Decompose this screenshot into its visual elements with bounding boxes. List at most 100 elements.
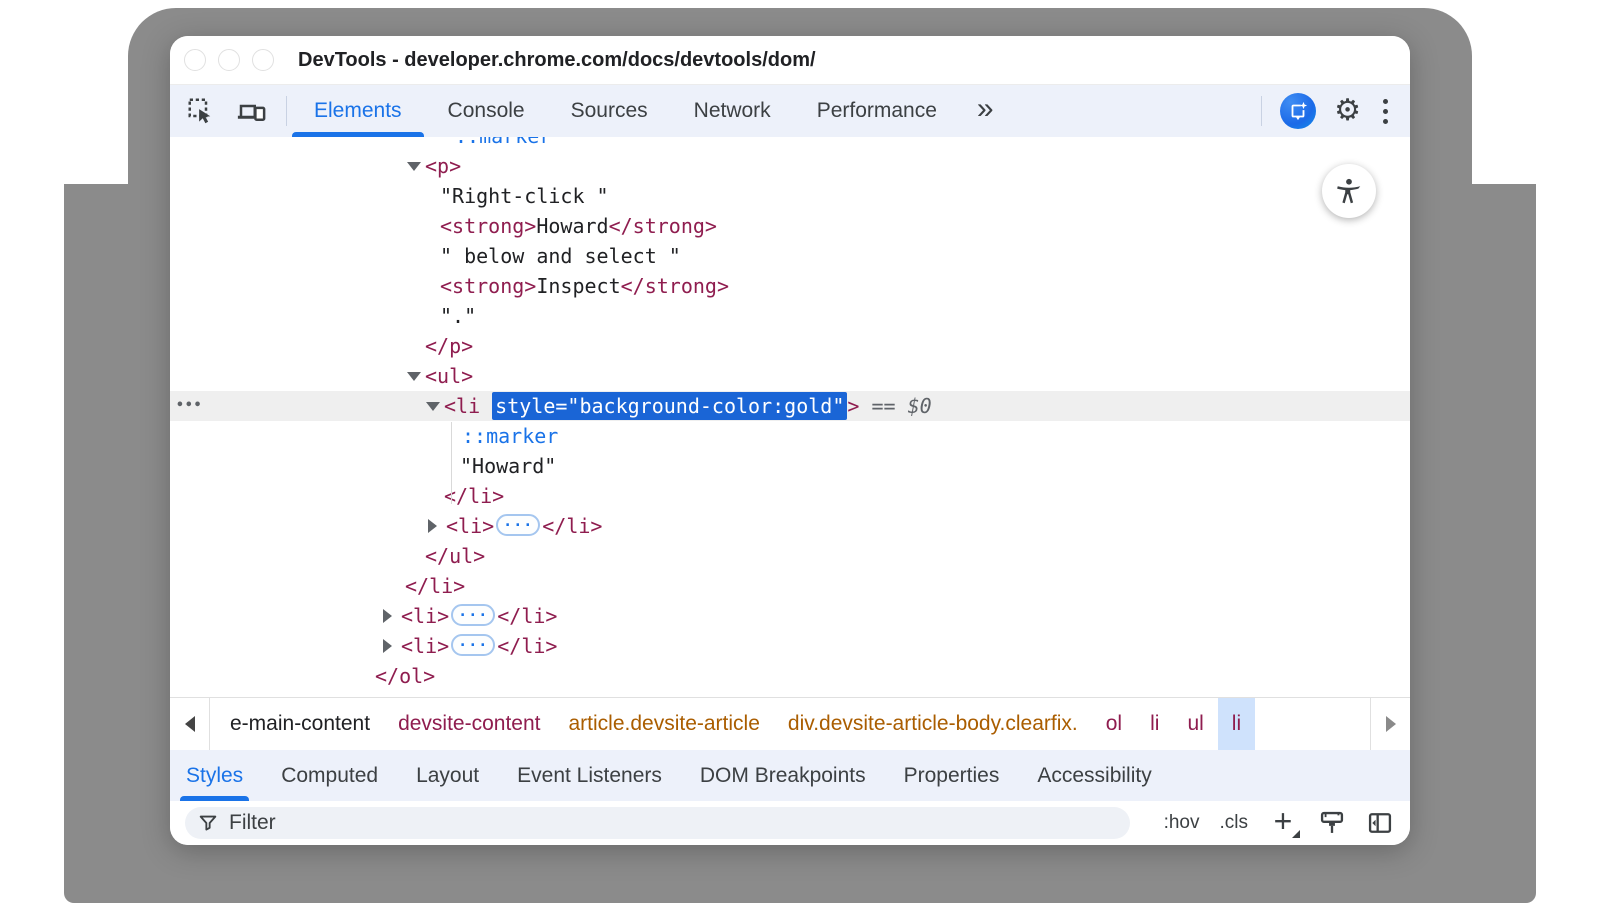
breadcrumb-item-devsite-content[interactable]: devsite-content [384, 698, 554, 750]
more-panels-icon[interactable]: » [977, 94, 994, 128]
tab-sources[interactable]: Sources [571, 85, 648, 137]
devtools-toolbar: Elements Console Sources Network Performance… [170, 85, 1410, 137]
dom-tree-row[interactable]: <strong>Inspect</strong> [170, 271, 1410, 301]
class-toggle[interactable]: .cls [1220, 812, 1249, 834]
dom-tree-row[interactable]: "." [170, 301, 1410, 331]
tab-dom-breakpoints[interactable]: DOM Breakpoints [700, 750, 866, 801]
dom-token: ::marker [455, 137, 551, 148]
expand-arrow-icon[interactable] [407, 372, 421, 381]
accessibility-person-icon [1334, 176, 1364, 206]
collapse-arrow-icon[interactable] [428, 519, 437, 533]
dom-token: "Howard" [460, 454, 556, 478]
tab-elements[interactable]: Elements [314, 85, 402, 137]
dom-token: ::marker [462, 424, 558, 448]
dom-tree-row[interactable]: <p> [170, 151, 1410, 181]
zoom-button[interactable] [252, 49, 274, 71]
dom-tree-row[interactable]: " below and select " [170, 241, 1410, 271]
pseudo-state-toggle[interactable]: :hov [1164, 812, 1200, 834]
breadcrumb-item-e-main-content[interactable]: e-main-content [216, 698, 384, 750]
tab-event-listeners[interactable]: Event Listeners [517, 750, 662, 801]
dom-tree-row[interactable]: ::marker [170, 137, 1410, 151]
sidebar-tab-strip: Styles Computed Layout Event Listeners DOM B… [170, 750, 1410, 801]
dom-token: </li> [497, 634, 557, 658]
dom-token: </li> [444, 484, 504, 508]
dom-tree-row[interactable]: ::marker [170, 421, 1410, 451]
selected-attribute-text: style="background-color:gold" [492, 392, 847, 420]
tab-console[interactable]: Console [448, 85, 525, 137]
dom-token: <li [444, 394, 492, 418]
tab-layout[interactable]: Layout [416, 750, 479, 801]
dom-tree-row[interactable]: </p> [170, 331, 1410, 361]
tab-accessibility[interactable]: Accessibility [1037, 750, 1151, 801]
dom-tree-row[interactable]: "Right-click " [170, 181, 1410, 211]
rendering-emulation-icon[interactable] [1318, 809, 1346, 837]
collapse-arrow-icon[interactable] [383, 639, 392, 653]
styles-pane-actions: :hov .cls + [1164, 808, 1394, 838]
close-button[interactable] [184, 49, 206, 71]
filter-field[interactable] [185, 807, 1130, 839]
breadcrumb-item-li[interactable]: li [1136, 698, 1173, 750]
minimize-button[interactable] [218, 49, 240, 71]
tab-computed[interactable]: Computed [281, 750, 378, 801]
accessibility-helper-button[interactable] [1322, 164, 1376, 218]
dom-token: Inspect [536, 274, 620, 298]
elements-panel: ::marker<p>"Right-click "<strong>Howard<… [170, 137, 1410, 697]
collapse-arrow-icon[interactable] [383, 609, 392, 623]
breadcrumb-item-li[interactable]: li [1218, 698, 1255, 750]
dom-tree-row[interactable]: </li> [170, 481, 1410, 511]
dropdown-caret-icon [1292, 830, 1300, 838]
toggle-sidebar-icon[interactable] [1366, 809, 1394, 837]
row-actions-ellipsis[interactable]: ••• [176, 391, 202, 421]
dom-token: <li> [401, 634, 449, 658]
expand-arrow-icon[interactable] [407, 162, 421, 171]
collapsed-children-ellipsis[interactable]: ··· [451, 604, 495, 626]
new-style-rule-button[interactable]: + [1268, 808, 1298, 838]
toolbar-right-actions: ⚙ [1261, 93, 1392, 129]
settings-gear-icon[interactable]: ⚙ [1334, 96, 1361, 126]
collapsed-children-ellipsis[interactable]: ··· [496, 514, 540, 536]
window-controls [184, 49, 274, 71]
dom-token: </li> [405, 574, 465, 598]
devtools-window: DevTools - developer.chrome.com/docs/dev… [170, 36, 1410, 845]
dom-token: " below and select " [440, 244, 681, 268]
dom-tree: ::marker<p>"Right-click "<strong>Howard<… [170, 137, 1410, 691]
device-toolbar-icon[interactable] [236, 96, 266, 126]
tab-properties[interactable]: Properties [904, 750, 1000, 801]
dom-token: "." [440, 304, 476, 328]
ai-assistance-icon[interactable] [1280, 93, 1316, 129]
title-bar: DevTools - developer.chrome.com/docs/dev… [170, 36, 1410, 85]
dom-tree-row[interactable]: <strong>Howard</strong> [170, 211, 1410, 241]
dom-tree-row[interactable]: </ul> [170, 541, 1410, 571]
dom-token: </p> [425, 334, 473, 358]
dom-tree-row[interactable]: •••<li style="background-color:gold"> ==… [170, 391, 1410, 421]
chevron-left-icon [185, 716, 195, 732]
breadcrumb-item-article-devsite-article[interactable]: article.devsite-article [555, 698, 774, 750]
filter-input[interactable] [229, 811, 1118, 835]
dom-tree-row[interactable]: <li>···</li> [170, 511, 1410, 541]
dom-tree-row[interactable]: "Howard" [170, 451, 1410, 481]
breadcrumb-item-ol[interactable]: ol [1092, 698, 1136, 750]
dom-tree-row[interactable]: <ul> [170, 361, 1410, 391]
breadcrumb-item-div-devsite-article-body-clearfix-[interactable]: div.devsite-article-body.clearfix. [774, 698, 1092, 750]
dom-tree-row[interactable]: </ol> [170, 661, 1410, 691]
dom-token: <li> [446, 514, 494, 538]
dom-token: </strong> [621, 274, 729, 298]
breadcrumb-item-ul[interactable]: ul [1173, 698, 1217, 750]
tab-styles[interactable]: Styles [186, 750, 243, 801]
dom-token: <strong> [440, 274, 536, 298]
inspect-element-icon[interactable] [186, 96, 216, 126]
breadcrumb-scroll-right-button[interactable] [1370, 698, 1410, 750]
collapsed-children-ellipsis[interactable]: ··· [451, 634, 495, 656]
expand-arrow-icon[interactable] [426, 402, 440, 411]
dom-token: "Right-click " [440, 184, 609, 208]
dom-tree-row[interactable]: <li>···</li> [170, 631, 1410, 661]
dom-tree-row[interactable]: </li> [170, 571, 1410, 601]
indent-guide-line [451, 422, 452, 504]
tab-performance[interactable]: Performance [817, 85, 937, 137]
toolbar-divider [286, 96, 287, 126]
dom-tree-row[interactable]: <li>···</li> [170, 601, 1410, 631]
tab-network[interactable]: Network [694, 85, 771, 137]
more-options-icon[interactable] [1379, 95, 1392, 128]
dom-token: </li> [542, 514, 602, 538]
breadcrumb-scroll-left-button[interactable] [170, 698, 210, 750]
